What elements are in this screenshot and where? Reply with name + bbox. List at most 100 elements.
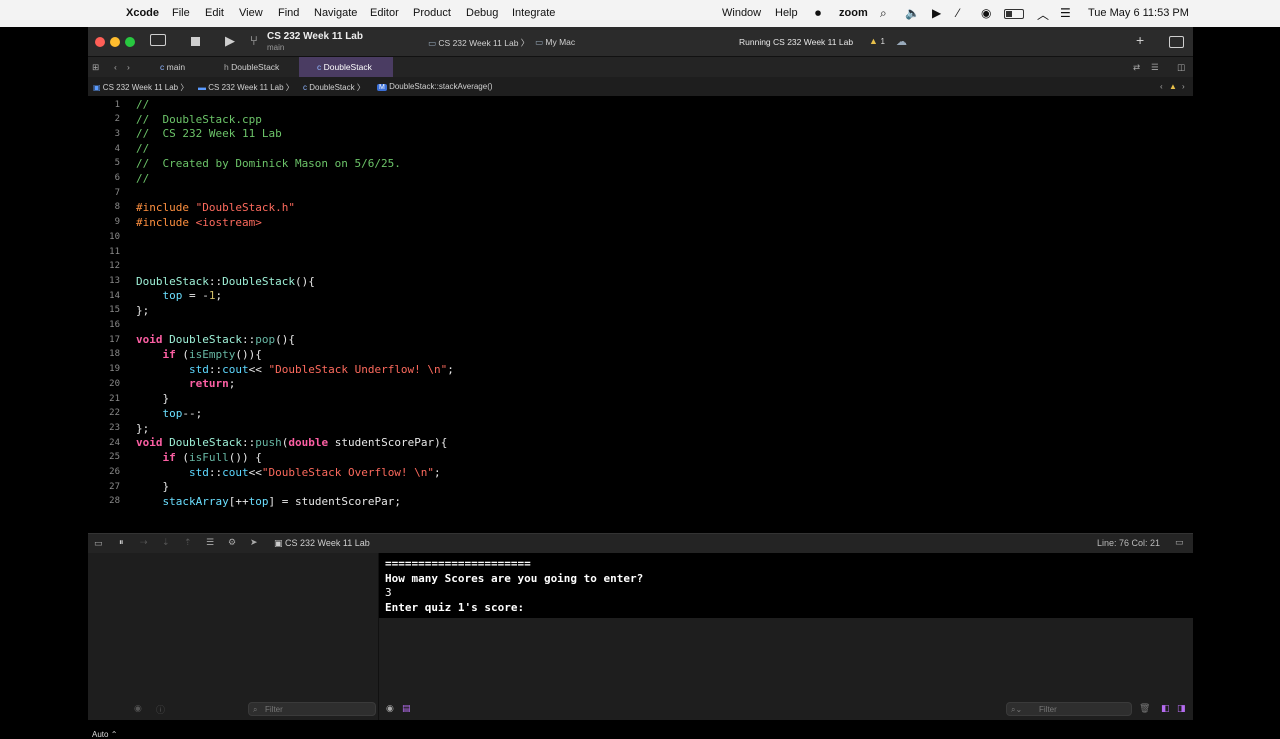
source-editor[interactable]: 1 2 3 4 5 6 7 8 9 10 11 12 13 14 15 16 17 18 19 20 21 22 23 24 2… — [88, 96, 1193, 533]
run-icon[interactable]: ▶ — [225, 33, 235, 49]
line-number: 5 — [114, 158, 120, 169]
menu-editor[interactable]: Editor — [370, 7, 399, 19]
code-line: top--; — [162, 406, 203, 420]
scope-selector[interactable]: Auto ⌃ — [92, 730, 117, 739]
code-line: // — [136, 142, 150, 156]
code-line: DoubleStack::DoubleStack(){ — [136, 274, 315, 288]
menu-edit[interactable]: Edit — [205, 7, 224, 19]
tab-doublestack-h[interactable]: h DoubleStack — [218, 57, 298, 78]
split-editor-icon[interactable]: ◫ — [1177, 57, 1185, 78]
code-line: // Created by Dominick Mason on 5/6/25. — [136, 156, 401, 170]
variables-view[interactable]: Auto ⌃ — [88, 553, 379, 739]
search-icon[interactable]: ⌕ — [880, 6, 887, 21]
line-number: 1 — [114, 99, 120, 110]
menu-clock[interactable]: Tue May 6 11:53 PM — [1088, 7, 1189, 19]
menu-help[interactable]: Help — [775, 7, 798, 19]
memory-graph-icon[interactable]: ⚙ — [228, 537, 236, 548]
branch-icon[interactable]: ⑂ — [250, 33, 258, 48]
hide-debug-area-icon[interactable]: ▭ — [94, 538, 103, 549]
eye-icon[interactable]: ◉ — [134, 703, 142, 714]
menu-integrate[interactable]: Integrate — [512, 7, 555, 19]
line-number: 26 — [109, 467, 120, 477]
step-in-icon[interactable]: ⇣ — [162, 537, 170, 548]
warning-icon: ▲ — [869, 36, 878, 46]
breadcrumb-folder[interactable]: ▬ CS 232 Week 11 Lab 〉 — [198, 82, 294, 93]
inspector-toggle-icon[interactable] — [1169, 36, 1184, 48]
right-panel-icon[interactable]: ◨ — [1177, 703, 1186, 714]
debug-bar: ▭ ⏸ ⇢ ⇣ ⇡ ☰ ⚙ ➤ ▣ CS 232 Week 11 Lab Lin… — [88, 533, 1193, 554]
project-title[interactable]: CS 232 Week 11 Lab — [267, 31, 363, 42]
console-layout-icon[interactable]: ▭ — [1175, 537, 1184, 548]
zoom-status[interactable]: zoom — [839, 7, 868, 19]
scheme-icon: ▭ — [428, 38, 437, 48]
code-line: } — [136, 392, 170, 406]
location-icon[interactable]: ➤ — [250, 537, 258, 548]
record-icon[interactable]: ⏺ — [815, 6, 821, 21]
line-number: 21 — [109, 393, 120, 404]
line-number: 7 — [114, 187, 120, 198]
breadcrumb-file[interactable]: c DoubleStack 〉 — [303, 82, 365, 93]
step-over-icon[interactable]: ⇢ — [140, 537, 148, 548]
code-review-icon[interactable]: ⇄ — [1133, 57, 1140, 78]
back-icon[interactable]: ‹ — [114, 57, 117, 78]
info-icon[interactable]: ⓘ — [156, 703, 165, 716]
volume-icon[interactable]: 🔈 — [905, 6, 920, 20]
battery-icon[interactable] — [1004, 9, 1024, 19]
trash-icon[interactable]: 🗑 — [1139, 703, 1150, 714]
editor-options-icon[interactable]: ☰ — [1151, 57, 1159, 78]
menu-navigate[interactable]: Navigate — [314, 7, 357, 19]
stop-icon[interactable] — [191, 37, 200, 46]
zoom-button[interactable] — [125, 37, 135, 47]
console-output[interactable]: ====================== How many Scores a… — [379, 553, 1193, 618]
variables-filter[interactable]: ⌕ Filter — [248, 702, 376, 716]
left-panel-icon[interactable]: ◧ — [1161, 703, 1170, 714]
activity-status: Running CS 232 Week 11 Lab — [739, 37, 854, 47]
code-line: }; — [136, 421, 150, 435]
line-number: 23 — [109, 422, 120, 433]
breadcrumb: ▣ CS 232 Week 11 Lab 〉 ▬ CS 232 Week 11 … — [88, 77, 1193, 97]
project-icon: ▣ — [93, 83, 101, 92]
wifi-icon[interactable]: ︿ — [1037, 6, 1049, 23]
menu-debug[interactable]: Debug — [466, 7, 498, 19]
menu-app-name[interactable]: Xcode — [126, 7, 159, 19]
minimize-button[interactable] — [110, 37, 120, 47]
grid-icon[interactable]: ⊞ — [92, 57, 104, 78]
eye-icon[interactable]: ◉ — [386, 703, 394, 714]
pause-icon[interactable]: ⏸ — [119, 537, 124, 548]
tab-label: main — [166, 62, 186, 72]
line-number: 16 — [109, 320, 120, 330]
forward-icon[interactable]: › — [127, 57, 130, 78]
line-number: 10 — [109, 231, 120, 242]
close-button[interactable] — [95, 37, 105, 47]
app-icon: ▣ — [274, 538, 283, 548]
control-center-icon[interactable]: ☰ — [1060, 6, 1071, 20]
scheme-selector[interactable]: ▭ CS 232 Week 11 Lab 〉 — [428, 37, 529, 49]
cloud-icon[interactable]: ☁ — [896, 35, 907, 48]
menu-window[interactable]: Window — [722, 7, 761, 19]
menu-product[interactable]: Product — [413, 7, 451, 19]
output-filter-icon[interactable]: ▤ — [402, 703, 411, 714]
menu-find[interactable]: Find — [278, 7, 299, 19]
menu-view[interactable]: View — [239, 7, 263, 19]
next-issue-icon[interactable]: › — [1182, 82, 1185, 91]
breadcrumb-method[interactable]: M DoubleStack::stackAverage() — [377, 82, 493, 91]
add-icon[interactable]: + — [1136, 32, 1144, 48]
breadcrumb-project[interactable]: ▣ CS 232 Week 11 Lab 〉 — [93, 82, 188, 93]
menu-file[interactable]: File — [172, 7, 190, 19]
warning-badge[interactable]: ▲ 1 — [869, 36, 885, 46]
sidebar-toggle-icon[interactable] — [150, 34, 166, 46]
debug-target[interactable]: ▣ CS 232 Week 11 Lab — [274, 538, 370, 549]
console-filter[interactable]: ⌕⌄ Filter — [1006, 702, 1132, 716]
destination-name: My Mac — [545, 37, 576, 47]
warning-count: 1 — [880, 37, 885, 46]
mic-off-icon[interactable]: ⁄ — [957, 6, 959, 20]
previous-issue-icon[interactable]: ‹ — [1160, 82, 1163, 91]
tab-doublestack-cpp[interactable]: c DoubleStack — [299, 57, 393, 78]
user-icon[interactable]: ◉ — [981, 6, 991, 20]
step-out-icon[interactable]: ⇡ — [184, 537, 192, 548]
play-icon[interactable]: ▶ — [932, 6, 941, 20]
view-hierarchy-icon[interactable]: ☰ — [206, 537, 214, 548]
destination-selector[interactable]: ▭ My Mac — [535, 37, 575, 48]
warning-icon[interactable]: ▲ — [1169, 82, 1177, 91]
cpp-file-icon: c — [303, 83, 307, 92]
